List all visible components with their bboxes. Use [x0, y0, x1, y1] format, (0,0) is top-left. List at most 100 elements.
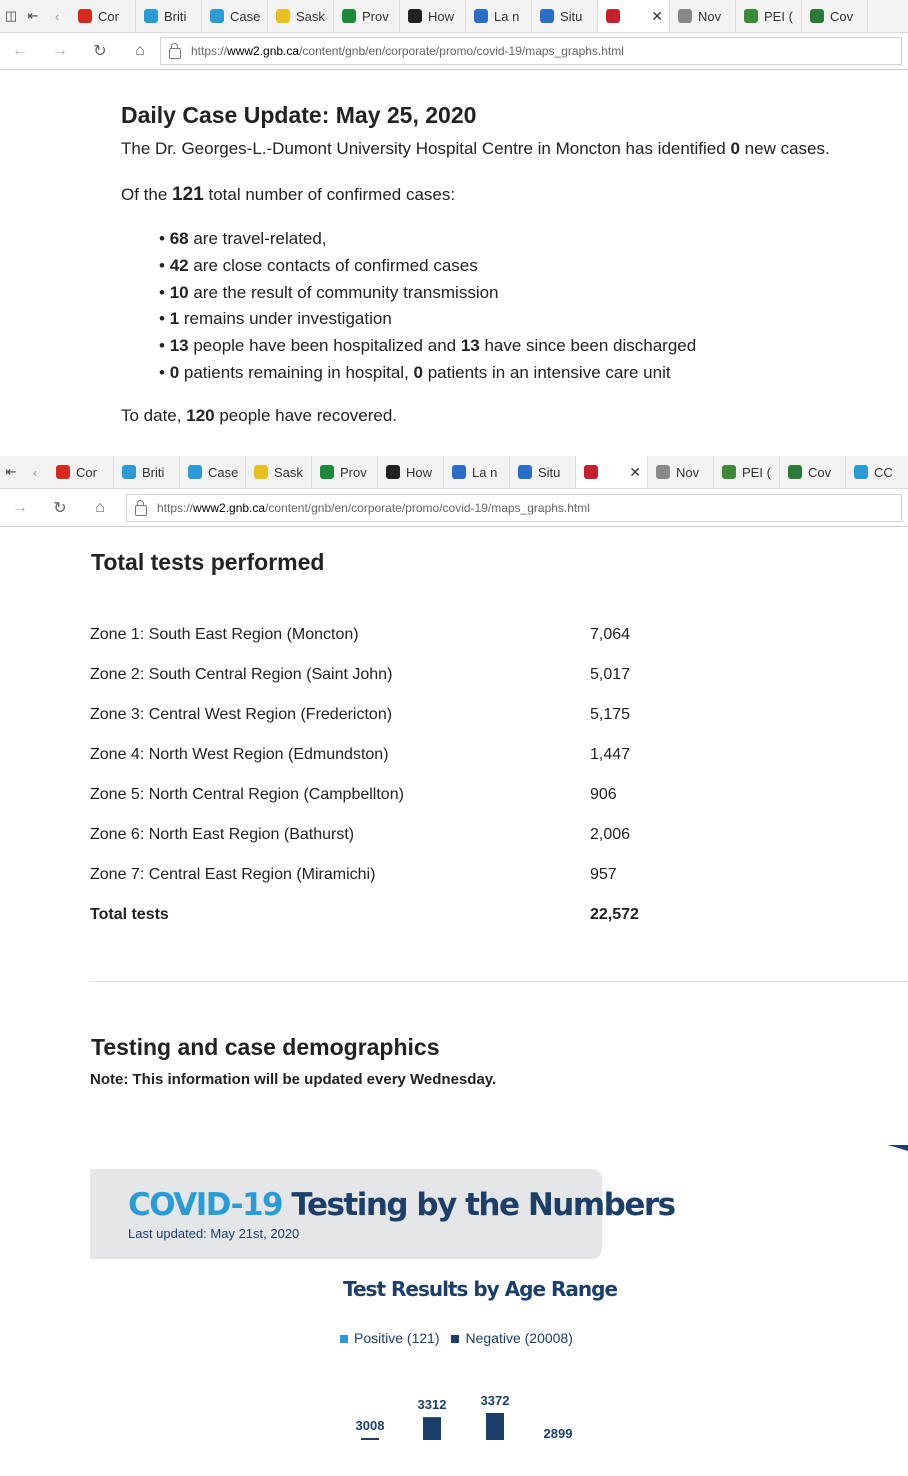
zone-name: Zone 3: Central West Region (Fredericton…: [90, 706, 393, 723]
url-prefix: https://: [157, 501, 194, 515]
case-breakdown-item: • 1 remains under investigation: [159, 309, 392, 329]
back-icon[interactable]: ←: [0, 42, 40, 60]
close-tab-icon[interactable]: ✕: [629, 464, 641, 481]
recovered-paragraph: To date, 120 people have recovered.: [121, 406, 398, 425]
url-field[interactable]: https://www2.gnb.ca/content/gnb/en/corpo…: [126, 494, 902, 522]
forward-icon[interactable]: →: [0, 499, 40, 517]
browser-tab[interactable]: Nov: [648, 456, 714, 488]
browser-tab[interactable]: PEI (: [714, 456, 780, 488]
tests-table: Zone 1: South East Region (Moncton) 7,064…: [90, 615, 810, 935]
bar-value-label: 3372: [481, 1393, 510, 1408]
browser-tab[interactable]: Prov: [334, 0, 400, 32]
tab-favicon-icon: [188, 465, 202, 479]
tab-scroll-left-icon[interactable]: ‹: [44, 9, 70, 24]
tab-favicon-icon: [342, 9, 356, 23]
tab-favicon-icon: [810, 9, 824, 23]
tab-favicon-icon: [78, 9, 92, 23]
set-aside-tabs-icon[interactable]: ⇤: [22, 8, 44, 24]
forward-icon[interactable]: →: [40, 42, 80, 60]
table-row: Zone 4: North West Region (Edmundston) 1,…: [90, 735, 810, 775]
browser-tab[interactable]: Cor: [48, 456, 114, 488]
tab-favicon-icon: [854, 465, 868, 479]
tab-favicon-icon: [386, 465, 400, 479]
browser-tab[interactable]: Situ: [532, 0, 598, 32]
legend-positive: Positive (121): [354, 1330, 440, 1346]
table-row: Zone 7: Central East Region (Miramichi) 9…: [90, 855, 810, 895]
case-breakdown-item: • 13 people have been hospitalized and 1…: [159, 336, 697, 356]
address-bar: ← → ↻ ⌂ https://www2.gnb.ca/content/gnb/…: [0, 33, 908, 70]
zone-name: Zone 5: North Central Region (Campbellto…: [90, 786, 404, 803]
bar-value-label: 3008: [356, 1418, 385, 1433]
browser-tab[interactable]: ✕: [576, 456, 648, 488]
tab-label: La n: [494, 8, 520, 24]
set-aside-tabs-icon[interactable]: ⇤: [0, 464, 22, 480]
age-range-bar-chart: 3008 3312 3372 2899: [356, 1393, 573, 1441]
browser-tab[interactable]: Briti: [136, 0, 202, 32]
home-icon[interactable]: ⌂: [80, 499, 120, 517]
tab-favicon-icon: [254, 465, 268, 479]
browser-tab[interactable]: Case: [202, 0, 268, 32]
tab-actions-icon[interactable]: ◫: [0, 8, 22, 24]
browser-tab[interactable]: Sask: [246, 456, 312, 488]
browser-tab[interactable]: Sask: [268, 0, 334, 32]
url-field[interactable]: https://www2.gnb.ca/content/gnb/en/corpo…: [160, 37, 902, 65]
browser-tab[interactable]: PEI (: [736, 0, 802, 32]
zone-tests: 5,175: [590, 706, 631, 723]
tab-favicon-icon: [656, 465, 670, 479]
refresh-icon[interactable]: ↻: [80, 41, 120, 61]
browser-tab[interactable]: Situ: [510, 456, 576, 488]
tab-label: Cov: [830, 8, 854, 24]
tab-label: Situ: [560, 8, 583, 24]
tab-favicon-icon: [210, 9, 224, 23]
browser-tab[interactable]: Case: [180, 456, 246, 488]
tab-label: PEI (: [764, 8, 793, 24]
zone-name: Zone 6: North East Region (Bathurst): [90, 826, 355, 843]
browser-tab[interactable]: Cov: [802, 0, 868, 32]
bar-value-label: 3312: [418, 1397, 447, 1412]
tests-title: Total tests performed: [91, 549, 325, 575]
browser-tab[interactable]: How: [378, 456, 444, 488]
total-cases-paragraph: Of the 121 total number of confirmed cas…: [121, 184, 456, 205]
refresh-icon[interactable]: ↻: [40, 498, 80, 518]
home-icon[interactable]: ⌂: [120, 42, 160, 60]
tab-bar: ◫ ⇤ ‹ Cor Briti Case Sask Prov How La n Situ ✕ No…: [0, 0, 908, 33]
browser-tab[interactable]: Prov: [312, 456, 378, 488]
tab-favicon-icon: [788, 465, 802, 479]
browser-tab[interactable]: Briti: [114, 456, 180, 488]
zone-tests: 7,064: [590, 626, 631, 643]
browser-tab[interactable]: Nov: [670, 0, 736, 32]
browser-tab[interactable]: ✕: [598, 0, 670, 32]
tab-label: Cor: [76, 464, 97, 480]
zone-tests: 1,447: [590, 746, 631, 763]
table-row: Zone 3: Central West Region (Fredericton…: [90, 695, 810, 735]
tab-favicon-icon: [56, 465, 70, 479]
tab-favicon-icon: [408, 9, 422, 23]
zone-tests: 5,017: [590, 666, 631, 683]
tab-label: La n: [472, 464, 498, 480]
bar-value-label: 2899: [544, 1426, 573, 1441]
browser-tab[interactable]: Cov: [780, 456, 846, 488]
table-row: Zone 2: South Central Region (Saint John…: [90, 655, 810, 695]
browser-tab[interactable]: Cor: [70, 0, 136, 32]
url-host: www2.gnb.ca: [227, 44, 300, 58]
tab-favicon-icon: [122, 465, 136, 479]
tab-label: Nov: [676, 464, 700, 480]
bar-negative: [486, 1413, 504, 1440]
tab-scroll-left-icon[interactable]: ‹: [22, 465, 48, 480]
tab-label: Sask: [274, 464, 303, 480]
infographic-updated: Last updated: May 21st, 2020: [128, 1226, 300, 1241]
browser-tab[interactable]: How: [400, 0, 466, 32]
bar-negative: [423, 1417, 441, 1440]
decorative-corner-icon: [888, 1145, 908, 1151]
tab-favicon-icon: [276, 9, 290, 23]
url-prefix: https://: [191, 44, 228, 58]
browser-tab[interactable]: La n: [466, 0, 532, 32]
tab-favicon-icon: [584, 465, 598, 479]
update-note: Note: This information will be updated e…: [90, 1071, 497, 1088]
browser-tab[interactable]: CC: [846, 456, 908, 488]
close-tab-icon[interactable]: ✕: [651, 8, 663, 25]
table-row: Zone 1: South East Region (Moncton) 7,064: [90, 615, 810, 655]
infographic-title: COVID-19 Testing by the Numbers: [128, 1187, 676, 1223]
zone-tests: 2,006: [590, 826, 631, 843]
browser-tab[interactable]: La n: [444, 456, 510, 488]
